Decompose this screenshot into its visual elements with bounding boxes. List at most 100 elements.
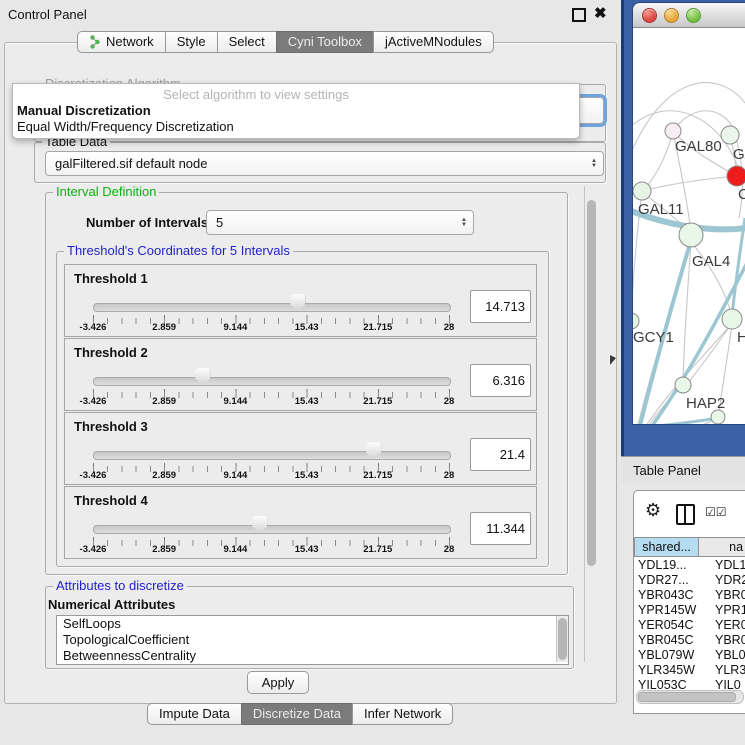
tab-label: Network [106, 34, 154, 50]
number-of-intervals-label: Number of Intervals [86, 215, 208, 230]
bottom-tab-bar: Impute Data Discretize Data Infer Networ… [147, 703, 453, 725]
node-red[interactable] [727, 166, 745, 186]
list-scrollbar-thumb[interactable] [558, 618, 567, 660]
panel-title: Control Panel [8, 7, 87, 22]
table-panel: ⚙ ☑☑ shared... na YDL19...YDL1 YDR27...Y… [633, 490, 745, 714]
threshold-row-4: Threshold 4 -3.4262.859 9.14415.43 21.71… [64, 486, 537, 559]
dropdown-option-equal-width[interactable]: Equal Width/Frequency Discretization [17, 119, 234, 134]
mouse-cursor [610, 355, 616, 365]
close-panel-icon[interactable]: ✖ [594, 4, 607, 22]
table-row[interactable]: YIL053CYIL0 [634, 677, 745, 689]
numerical-attributes-label: Numerical Attributes [48, 597, 175, 612]
tab-infer-network[interactable]: Infer Network [352, 703, 453, 725]
columns-icon[interactable] [676, 504, 695, 525]
close-window-icon[interactable] [642, 8, 657, 23]
column-header-name[interactable]: na [698, 537, 745, 557]
panel-scrollbar-thumb[interactable] [587, 200, 596, 566]
node-gal80[interactable] [665, 123, 681, 139]
threshold-label: Threshold 4 [74, 493, 148, 508]
float-panel-icon[interactable] [572, 8, 586, 22]
number-of-intervals-value: 5 [216, 215, 223, 230]
threshold-label: Threshold 2 [74, 345, 148, 360]
node-ga[interactable] [721, 126, 739, 144]
node-label: GCY1 [633, 329, 674, 346]
threshold-value-field[interactable]: 14.713 [470, 290, 531, 323]
node-gal11[interactable] [633, 182, 651, 200]
dropdown-hint: Select algorithm to view settings [13, 87, 579, 102]
node-label: GAL11 [638, 201, 684, 218]
table-panel-header: Table Panel [621, 456, 745, 483]
list-item[interactable]: TopologicalCoefficient [57, 632, 568, 648]
threshold-slider-thumb[interactable] [290, 294, 305, 311]
tab-network[interactable]: Network [77, 31, 166, 53]
node-h[interactable] [722, 309, 742, 329]
network-window: GAL80 GA C GAL11 GAL4 GCY1 H HAP2 [633, 3, 745, 424]
table-horizontal-scrollbar[interactable] [636, 690, 744, 704]
threshold-slider-thumb[interactable] [252, 516, 267, 533]
panel-scrollbar[interactable] [584, 186, 598, 662]
tab-discretize-data[interactable]: Discretize Data [241, 703, 353, 725]
node-label: C [738, 186, 745, 203]
node-label: HAP2 [686, 395, 725, 412]
network-graph [633, 28, 745, 424]
tab-style[interactable]: Style [165, 31, 218, 53]
minimize-window-icon[interactable] [664, 8, 679, 23]
list-item[interactable]: BetweennessCentrality [57, 648, 568, 664]
table-row[interactable]: YLR345WYLR3 [634, 662, 745, 677]
zoom-window-icon[interactable] [686, 8, 701, 23]
apply-button[interactable]: Apply [247, 671, 309, 694]
number-of-intervals-combobox[interactable]: 5 ▲▼ [206, 210, 474, 235]
threshold-value-field[interactable]: 6.316 [470, 364, 531, 397]
threshold-label: Threshold 1 [74, 271, 148, 286]
threshold-row-1: Threshold 1 -3.4262.859 9.14415.43 21.71… [64, 264, 537, 337]
top-tab-bar: Network Style Select Cyni Toolbox jActiv… [77, 31, 494, 53]
tab-impute-data[interactable]: Impute Data [147, 703, 242, 725]
table-data-combobox[interactable]: galFiltered.sif default node ▲▼ [45, 151, 604, 176]
list-scrollbar[interactable] [556, 616, 568, 662]
node-gcy1[interactable] [633, 313, 639, 329]
threshold-value-field[interactable]: 21.4 [470, 438, 531, 471]
dropdown-option-manual[interactable]: Manual Discretization [17, 103, 151, 118]
slider-tick-labels: -3.4262.859 9.14415.43 21.71528 [93, 396, 449, 408]
interval-definition-group: Interval Definition Number of Intervals … [45, 192, 568, 575]
group-label: Attributes to discretize [53, 579, 187, 593]
node-gal4[interactable] [679, 223, 703, 247]
network-canvas[interactable]: GAL80 GA C GAL11 GAL4 GCY1 H HAP2 [633, 28, 745, 424]
tab-jactivemnodules[interactable]: jActiveMNodules [373, 31, 494, 53]
node-hap2[interactable] [675, 377, 691, 393]
node-label: GAL80 [675, 138, 722, 155]
table-row[interactable]: YDL19...YDL1 [634, 557, 745, 572]
threshold-slider-thumb[interactable] [366, 442, 381, 459]
node-bottom[interactable] [711, 410, 725, 424]
threshold-row-2: Threshold 2 -3.4262.859 9.14415.43 21.71… [64, 338, 537, 411]
table-row[interactable]: YPR145WYPR1 [634, 602, 745, 617]
table-header-row: shared... na [634, 537, 745, 557]
gear-icon[interactable]: ⚙ [645, 500, 661, 521]
column-header-shared-name[interactable]: shared... [634, 537, 699, 557]
group-label: Threshold's Coordinates for 5 Intervals [64, 244, 293, 258]
tab-select[interactable]: Select [217, 31, 277, 53]
list-item[interactable]: SelfLoops [57, 616, 568, 632]
threshold-slider-thumb[interactable] [195, 368, 210, 385]
table-scrollbar-thumb[interactable] [638, 692, 736, 702]
network-icon [89, 35, 101, 49]
node-label: GA [733, 146, 745, 163]
algorithm-dropdown-popup: Select algorithm to view settings Manual… [12, 83, 580, 139]
tab-cyni-toolbox[interactable]: Cyni Toolbox [276, 31, 374, 53]
select-columns-icons[interactable]: ☑☑ [705, 505, 727, 519]
network-window-titlebar[interactable] [633, 3, 745, 28]
table-row[interactable]: YER054CYER0 [634, 617, 745, 632]
threshold-label: Threshold 3 [74, 419, 148, 434]
table-row[interactable]: YBL079WYBL0 [634, 647, 745, 662]
threshold-value-field[interactable]: 11.344 [470, 512, 531, 545]
threshold-row-3: Threshold 3 -3.4262.859 9.14415.43 21.71… [64, 412, 537, 485]
slider-tick-labels: -3.4262.859 9.14415.43 21.71528 [93, 470, 449, 482]
table-row[interactable]: YBR045CYBR0 [634, 632, 745, 647]
network-desktop: GAL80 GA C GAL11 GAL4 GCY1 H HAP2 [621, 0, 745, 456]
table-panel-title: Table Panel [633, 463, 701, 478]
table-row[interactable]: YBR043CYBR0 [634, 587, 745, 602]
attributes-listbox[interactable]: SelfLoops TopologicalCoefficient Between… [56, 615, 569, 665]
table-data-value: galFiltered.sif default node [55, 156, 207, 171]
table-row[interactable]: YDR27...YDR2 [634, 572, 745, 587]
thresholds-group: Threshold's Coordinates for 5 Intervals … [56, 251, 549, 567]
